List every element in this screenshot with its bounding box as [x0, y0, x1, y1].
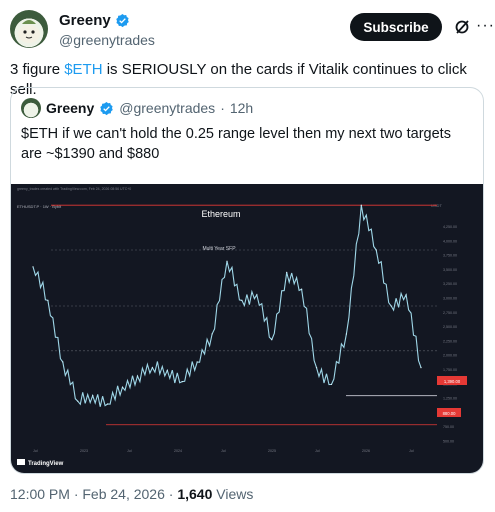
y-tick-label: 1,750.00 — [443, 368, 457, 372]
levels — [51, 204, 437, 426]
price-point — [286, 271, 288, 273]
price-point — [241, 299, 243, 301]
price-point — [211, 333, 213, 335]
x-tick-label: 2023 — [80, 449, 88, 453]
price-point — [226, 260, 228, 262]
verified-badge-icon — [100, 101, 113, 115]
tweet-timestamp[interactable]: 12:00 PM · Feb 24, 2026 · — [10, 486, 173, 502]
price-point — [151, 367, 153, 369]
quote-time: 12h — [229, 100, 254, 116]
chart-symbol-line: ETHUSDT.P · 1W · Bybit — [17, 204, 62, 209]
tweet-header: Greeny @greenytrades Subscribe ··· — [10, 10, 494, 50]
x-tick-label: Jul — [315, 449, 320, 453]
author-name-row[interactable]: Greeny — [59, 12, 155, 29]
y-tick-label: 500.00 — [443, 440, 454, 444]
quote-header: Greeny @greenytrades · 12h — [21, 98, 253, 118]
y-tick-label: 1,250.00 — [443, 397, 457, 401]
x-tick-label: Jul — [221, 449, 226, 453]
quote-text: $ETH if we can't hold the 0.25 range lev… — [21, 126, 451, 162]
price-point — [107, 403, 109, 405]
price-point — [121, 386, 124, 388]
sfp-label: Multi Year SFP — [202, 246, 236, 252]
x-tick-label: 2025 — [268, 449, 276, 453]
subscribe-button[interactable]: Subscribe — [350, 13, 442, 41]
avatar[interactable] — [10, 10, 48, 48]
price-point — [92, 395, 94, 397]
x-tick-label: Jul — [127, 449, 132, 453]
view-count: 1,640 — [177, 486, 213, 502]
x-tick-label: Jul — [409, 449, 414, 453]
x-tick-label: 2024 — [174, 449, 182, 453]
price-point — [360, 204, 362, 206]
price-point — [47, 299, 49, 301]
y-tick-label: 750.00 — [443, 425, 454, 429]
y-tick-label: 3,250.00 — [443, 282, 457, 286]
y-tick-label: 2,250.00 — [443, 339, 457, 343]
author-name[interactable]: Greeny — [59, 12, 111, 29]
x-tick-label: Jul — [33, 449, 38, 453]
y-tick-label: 2,750.00 — [443, 311, 457, 315]
quoted-tweet[interactable]: Greeny @greenytrades · 12h $ETH if we ca… — [10, 87, 484, 474]
quote-author-handle: @greenytrades — [119, 100, 216, 116]
target2-label: 880.00 — [443, 411, 456, 416]
tweet-footer: 12:00 PM · Feb 24, 2026 · 1,640 Views — [10, 486, 253, 502]
author-block: Greeny @greenytrades — [59, 12, 155, 48]
views-label: Views — [216, 486, 254, 502]
chart-image: greeny_trades created with TradingView.c… — [11, 184, 483, 473]
quote-dot: · — [220, 100, 225, 116]
price-chart: greeny_trades created with TradingView.c… — [17, 187, 467, 467]
price-point — [420, 367, 422, 369]
price-point — [375, 249, 377, 251]
y-tick-label: 3,750.00 — [443, 254, 457, 258]
verified-badge-icon — [115, 13, 129, 28]
price-point — [315, 367, 318, 369]
tweet-text-before: 3 figure — [10, 61, 65, 78]
price-point — [77, 400, 79, 402]
y-tick-label: 4,000.00 — [443, 239, 457, 243]
price-point — [301, 288, 303, 290]
tradingview-watermark: TradingView — [28, 461, 64, 467]
quote-avatar — [21, 98, 41, 118]
cashtag-link[interactable]: $ETH — [64, 61, 102, 78]
price-point — [345, 333, 347, 335]
price-point — [62, 361, 64, 363]
x-axis: Jul 2023 Jul 2024 Jul 2025 Jul 2026 Jul — [33, 449, 414, 453]
chart-title: Ethereum — [201, 209, 240, 219]
target1-label: 1,390.00 — [444, 379, 461, 384]
price-point — [256, 294, 258, 296]
more-dots-icon[interactable]: ··· — [476, 17, 495, 35]
quote-author-name: Greeny — [46, 100, 95, 116]
price-point — [390, 305, 392, 307]
chart-header-note: greeny_trades created with TradingView.c… — [17, 187, 131, 191]
price-point — [405, 294, 407, 296]
author-handle[interactable]: @greenytrades — [59, 32, 155, 48]
y-tick-label: 4,250.00 — [443, 225, 457, 229]
tradingview-logo-icon — [17, 459, 25, 465]
x-tick-label: 2026 — [362, 449, 370, 453]
price-point — [271, 339, 273, 341]
price-point — [136, 375, 139, 377]
price-point — [166, 369, 168, 371]
price-point — [330, 383, 333, 385]
y-tick-label: 2,000.00 — [443, 354, 457, 358]
y-tick-label: 3,500.00 — [443, 268, 457, 272]
y-tick-label: 2,500.00 — [443, 325, 457, 329]
y-tick-label: 3,000.00 — [443, 297, 457, 301]
grok-slash-icon[interactable] — [454, 19, 470, 35]
price-point — [32, 266, 34, 268]
price-point — [196, 361, 198, 363]
price-point — [181, 381, 183, 383]
